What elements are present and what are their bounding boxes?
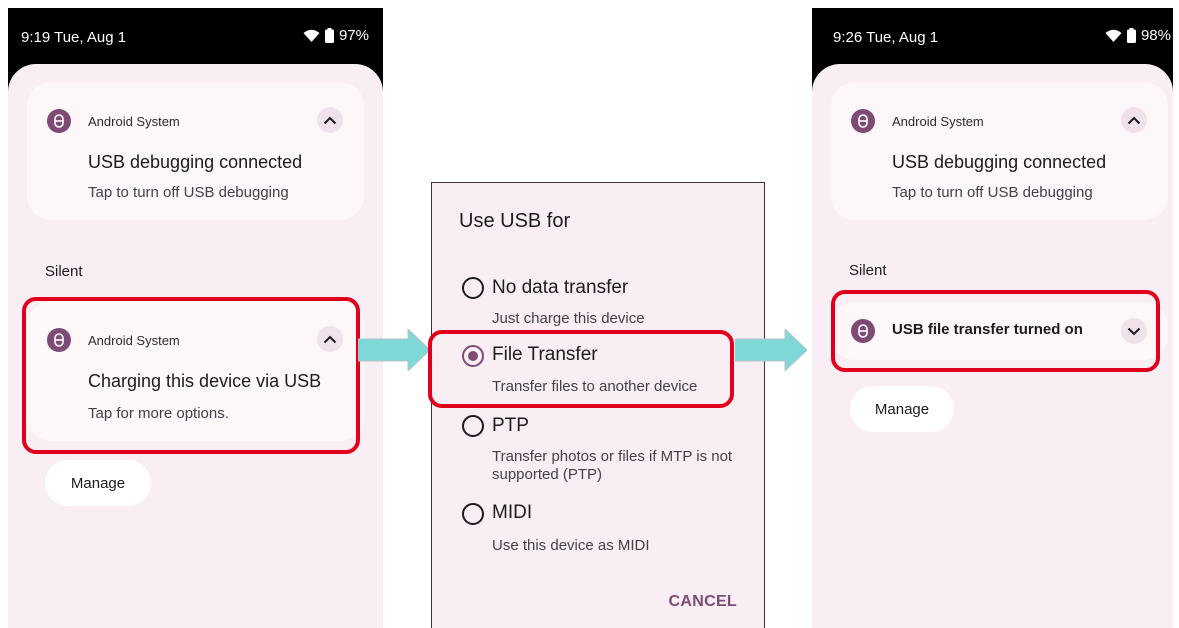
cancel-button[interactable]: CANCEL xyxy=(669,593,737,611)
charging-notification[interactable]: Android System Charging this device via … xyxy=(27,301,364,441)
dialog-title: Use USB for xyxy=(459,210,571,232)
status-icons: 97% xyxy=(303,27,369,44)
collapse-button[interactable] xyxy=(1121,107,1147,133)
notification-title: USB debugging connected xyxy=(892,152,1107,172)
manage-button[interactable]: Manage xyxy=(45,460,151,506)
use-usb-for-dialog: Use USB for No data transfer Just charge… xyxy=(431,182,765,628)
option-description: Use this device as MIDI xyxy=(492,537,650,554)
battery-percent: 97% xyxy=(338,27,369,44)
notification-shade: Android System USB debugging connected T… xyxy=(8,64,383,628)
wifi-icon xyxy=(303,29,320,43)
notification-text: Tap to turn off USB debugging xyxy=(892,184,1093,201)
status-icons: 98% xyxy=(1105,27,1171,44)
chevron-down-icon xyxy=(1127,327,1141,335)
option-label[interactable]: No data transfer xyxy=(492,277,628,299)
option-description: Just charge this device xyxy=(492,310,645,327)
arrow-right-icon xyxy=(358,329,430,371)
radio-no-data-transfer[interactable] xyxy=(462,277,484,299)
chevron-up-icon xyxy=(323,335,337,343)
expand-button[interactable] xyxy=(1121,318,1147,344)
notification-text: Tap for more options. xyxy=(88,405,229,422)
usb-debugging-notification[interactable]: Android System USB debugging connected T… xyxy=(831,82,1168,220)
status-time: 9:19 Tue, Aug 1 xyxy=(21,29,127,46)
arrow-right-icon xyxy=(735,329,807,371)
notification-title: USB file transfer turned on xyxy=(892,321,1083,338)
android-system-icon xyxy=(47,328,71,352)
option-label[interactable]: File Transfer xyxy=(492,344,598,366)
notification-title: Charging this device via USB xyxy=(88,371,322,391)
status-bar: 9:26 Tue, Aug 1 98% xyxy=(812,8,1173,64)
notification-app-name: Android System xyxy=(88,333,180,348)
option-description: Transfer files to another device xyxy=(492,378,698,395)
android-system-icon xyxy=(851,319,875,343)
notification-text: Tap to turn off USB debugging xyxy=(88,184,289,201)
android-system-icon xyxy=(47,109,71,133)
right-phone-screen: 9:26 Tue, Aug 1 98% Android System USB d… xyxy=(812,8,1173,628)
silent-section-label: Silent xyxy=(45,263,83,280)
notification-title: USB debugging connected xyxy=(88,152,303,172)
left-phone-screen: 9:19 Tue, Aug 1 97% Android System USB d… xyxy=(8,8,383,628)
manage-button[interactable]: Manage xyxy=(850,386,954,432)
notification-shade: Android System USB debugging connected T… xyxy=(812,64,1173,628)
option-description: Transfer photos or files if MTP is not xyxy=(492,448,733,465)
usb-file-transfer-notification[interactable]: USB file transfer turned on xyxy=(831,302,1168,360)
usb-debugging-notification[interactable]: Android System USB debugging connected T… xyxy=(27,82,364,220)
radio-ptp[interactable] xyxy=(462,415,484,437)
collapse-button[interactable] xyxy=(317,326,343,352)
option-description: supported (PTP) xyxy=(492,466,603,483)
chevron-up-icon xyxy=(1127,116,1141,124)
android-system-icon xyxy=(851,109,875,133)
silent-section-label: Silent xyxy=(849,262,887,279)
option-label[interactable]: PTP xyxy=(492,415,529,437)
status-time: 9:26 Tue, Aug 1 xyxy=(833,29,939,46)
notification-app-name: Android System xyxy=(88,114,180,129)
option-label[interactable]: MIDI xyxy=(492,502,532,524)
collapse-button[interactable] xyxy=(317,107,343,133)
radio-file-transfer[interactable] xyxy=(462,345,484,367)
battery-percent: 98% xyxy=(1140,27,1171,44)
radio-midi[interactable] xyxy=(462,503,484,525)
battery-icon xyxy=(324,28,334,43)
battery-icon xyxy=(1126,28,1136,43)
chevron-up-icon xyxy=(323,116,337,124)
status-bar: 9:19 Tue, Aug 1 97% xyxy=(8,8,383,64)
notification-app-name: Android System xyxy=(892,114,984,129)
wifi-icon xyxy=(1105,29,1122,43)
